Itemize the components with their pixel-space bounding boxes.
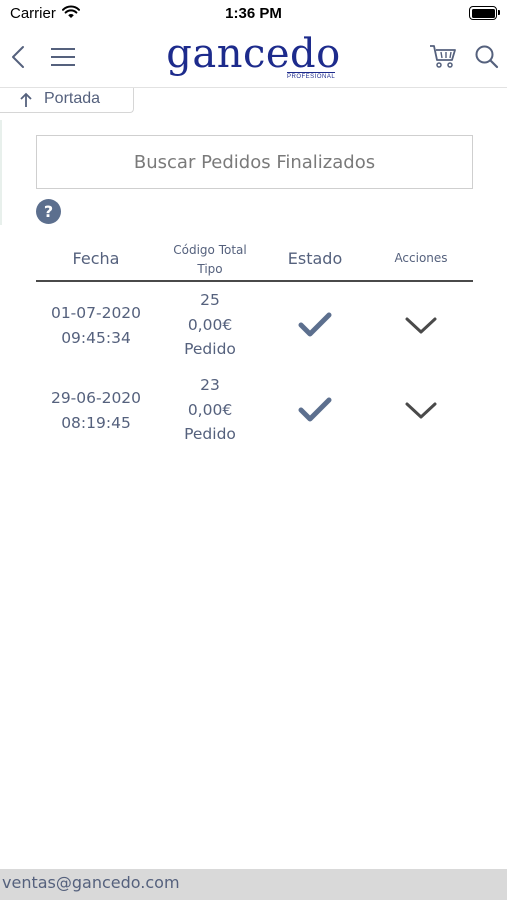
arrow-up-icon [19,92,33,113]
footer-email-link[interactable]: ventas@gancedo.com [2,873,180,892]
order-code: 25 [200,291,220,309]
order-type: Pedido [184,340,236,358]
order-code: 23 [200,376,220,394]
order-date-cell: 29-06-2020 08:19:45 [36,386,156,435]
order-date: 01-07-2020 [50,304,142,322]
table-row: 01-07-2020 09:45:34 25 0,00€ Pedido [36,290,473,375]
header-codigo-total-tipo: Código Total Tipo [156,241,264,279]
checkmark-icon [264,312,366,346]
order-total: 0,00€ [187,315,233,334]
nav-bar: gancedo PROFESIONAL [0,28,507,88]
search-orders-box [36,135,473,189]
help-icon[interactable]: ? [36,199,61,224]
chevron-down-icon[interactable] [366,316,476,344]
order-type: Pedido [184,425,236,443]
breadcrumb-label: Portada [44,90,101,107]
orders-table: Fecha Código Total Tipo Estado Acciones … [36,238,473,460]
order-info-cell: 23 0,00€ Pedido [156,373,264,447]
header-tipo: Tipo [197,262,223,276]
header-codigo-total: Código Total [173,243,247,257]
status-bar: Carrier 1:36 PM [0,0,507,28]
order-time: 09:45:34 [61,328,131,347]
header-estado: Estado [287,249,343,268]
header-fecha: Fecha [72,249,120,268]
checkmark-icon [264,397,366,431]
search-orders-input[interactable] [37,136,472,188]
brand-name: gancedo [166,31,341,77]
battery-icon [469,6,500,20]
order-date-cell: 01-07-2020 09:45:34 [36,301,156,350]
table-row: 29-06-2020 08:19:45 23 0,00€ Pedido [36,375,473,460]
brand-subtitle: PROFESIONAL [287,72,336,80]
status-time: 1:36 PM [225,5,282,22]
order-total: 0,00€ [187,400,233,419]
search-icon[interactable] [474,44,500,75]
order-time: 08:19:45 [61,413,131,432]
header-acciones: Acciones [394,251,448,265]
order-info-cell: 25 0,00€ Pedido [156,288,264,362]
order-date: 29-06-2020 [50,389,142,407]
table-header: Fecha Código Total Tipo Estado Acciones [36,238,473,282]
left-accent-bar [0,120,2,225]
footer: ventas@gancedo.com [0,869,507,900]
cart-icon[interactable] [428,43,458,76]
chevron-down-icon[interactable] [366,401,476,429]
breadcrumb-portada[interactable]: Portada [0,88,134,113]
